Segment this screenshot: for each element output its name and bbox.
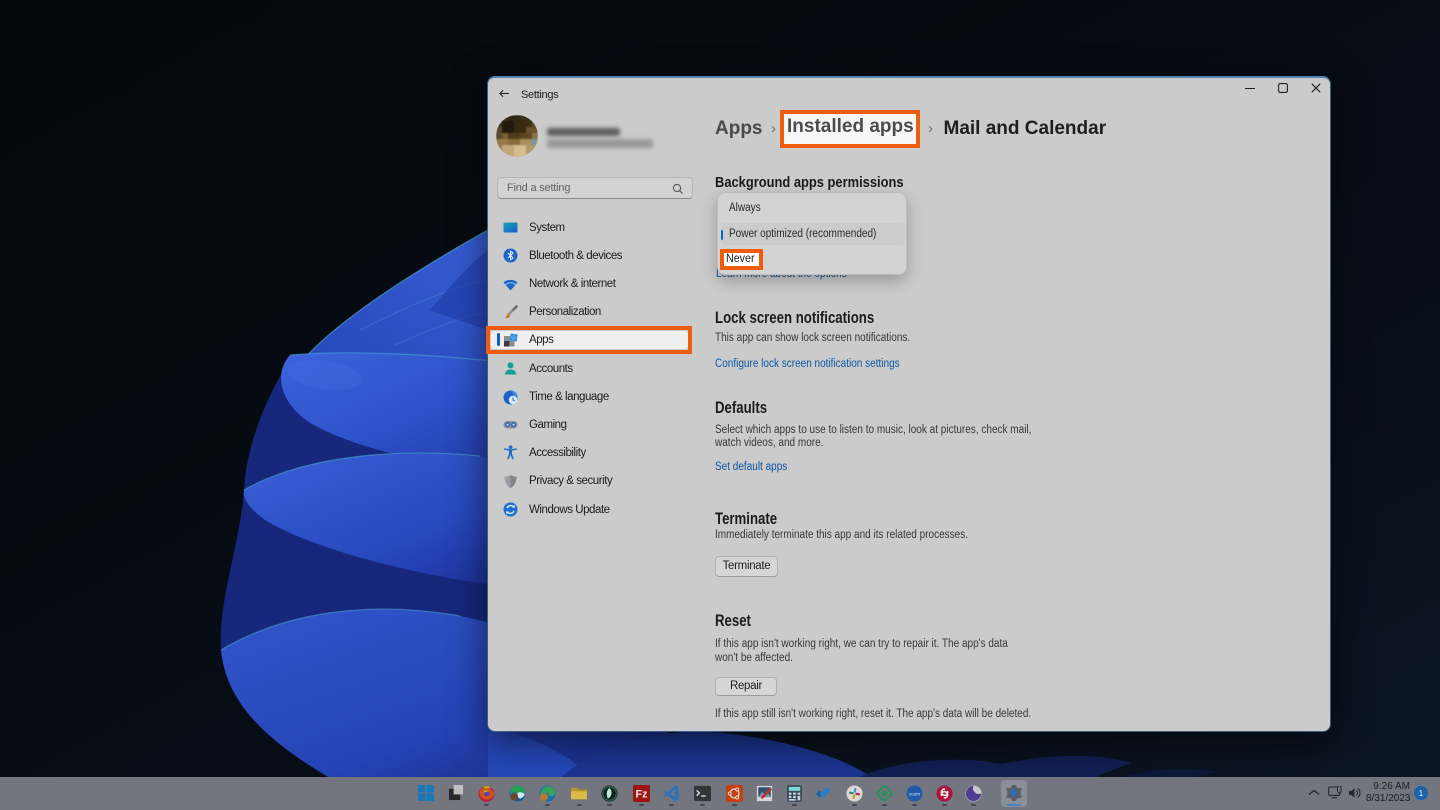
svg-text:zoom: zoom <box>909 791 920 796</box>
svg-text:Fz: Fz <box>635 788 647 800</box>
